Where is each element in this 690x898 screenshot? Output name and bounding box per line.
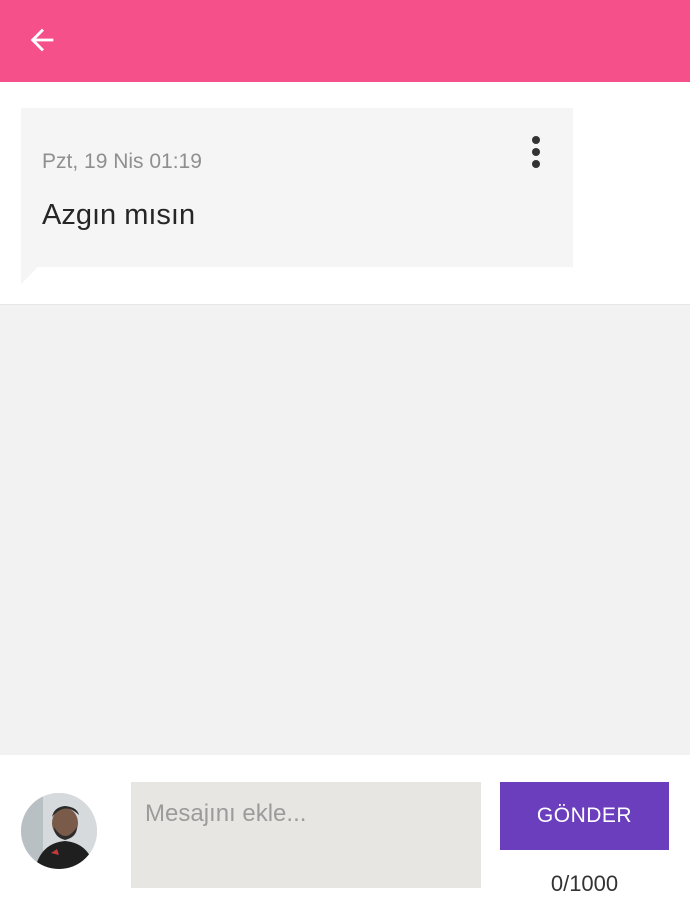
- message-text: Azgın mısın: [42, 199, 196, 231]
- message-bubble: Pzt, 19 Nis 01:19 Azgın mısın: [21, 108, 573, 267]
- more-options-button[interactable]: [521, 132, 551, 172]
- app-header: [0, 0, 690, 82]
- message-section: Pzt, 19 Nis 01:19 Azgın mısın: [0, 82, 690, 305]
- composer-bar: GÖNDER 0/1000: [0, 755, 690, 898]
- back-button[interactable]: [22, 20, 62, 60]
- message-input[interactable]: [131, 782, 481, 888]
- character-counter: 0/1000: [550, 871, 619, 896]
- send-button[interactable]: GÖNDER: [500, 782, 669, 850]
- message-timestamp: Pzt, 19 Nis 01:19: [42, 150, 202, 173]
- more-vertical-icon: [532, 136, 540, 144]
- user-avatar: [21, 793, 97, 869]
- arrow-left-icon: [30, 28, 54, 52]
- avatar-image: [21, 793, 97, 869]
- message-list-area: [0, 305, 690, 755]
- message-bubble-tail: [21, 267, 38, 284]
